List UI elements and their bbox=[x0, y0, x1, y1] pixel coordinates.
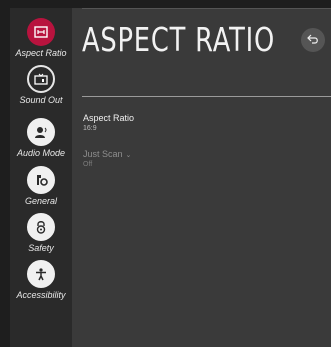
sidebar-item-label: Sound Out bbox=[19, 95, 63, 105]
top-divider bbox=[82, 8, 331, 9]
sidebar-item-label: Accessibility bbox=[16, 290, 66, 300]
sidebar-item-safety[interactable]: Safety bbox=[10, 213, 72, 253]
option-just-scan[interactable]: Just Scan ⌄ Off bbox=[83, 149, 131, 168]
accessibility-icon bbox=[27, 260, 55, 288]
general-icon bbox=[27, 166, 55, 194]
safety-lock-icon bbox=[27, 213, 55, 241]
sidebar-item-label: Audio Mode bbox=[16, 148, 66, 158]
option-value: Off bbox=[83, 161, 93, 168]
option-label: Just Scan bbox=[83, 149, 123, 159]
back-icon bbox=[307, 31, 319, 49]
chevron-down-icon: ⌄ bbox=[125, 152, 132, 159]
option-value: 16:9 bbox=[83, 125, 97, 132]
sidebar-item-accessibility[interactable]: Accessibility bbox=[10, 260, 72, 300]
sidebar-item-general[interactable]: General bbox=[10, 166, 72, 206]
back-button[interactable] bbox=[301, 28, 325, 52]
settings-panel: Aspect Ratio Sound Out Audio Mode Genera… bbox=[10, 8, 331, 347]
sidebar: Aspect Ratio Sound Out Audio Mode Genera… bbox=[10, 8, 72, 347]
sidebar-item-label: General bbox=[24, 196, 58, 206]
aspect-ratio-icon bbox=[27, 18, 55, 46]
sidebar-item-audio-mode[interactable]: Audio Mode bbox=[10, 118, 72, 158]
sidebar-item-sound-out[interactable]: Sound Out bbox=[10, 65, 72, 105]
header-divider bbox=[82, 96, 331, 97]
page-title: ASPECT RATIO bbox=[82, 20, 276, 59]
sound-out-icon bbox=[27, 65, 55, 93]
sidebar-item-aspect-ratio[interactable]: Aspect Ratio bbox=[10, 18, 72, 58]
audio-mode-icon bbox=[27, 118, 55, 146]
sidebar-item-label: Safety bbox=[28, 243, 54, 253]
option-label: Aspect Ratio bbox=[83, 113, 135, 123]
main-panel: ASPECT RATIO Aspect Ratio 16:9 Just Scan… bbox=[72, 8, 331, 347]
sidebar-item-label: Aspect Ratio bbox=[15, 48, 67, 58]
option-aspect-ratio[interactable]: Aspect Ratio 16:9 bbox=[83, 113, 134, 132]
